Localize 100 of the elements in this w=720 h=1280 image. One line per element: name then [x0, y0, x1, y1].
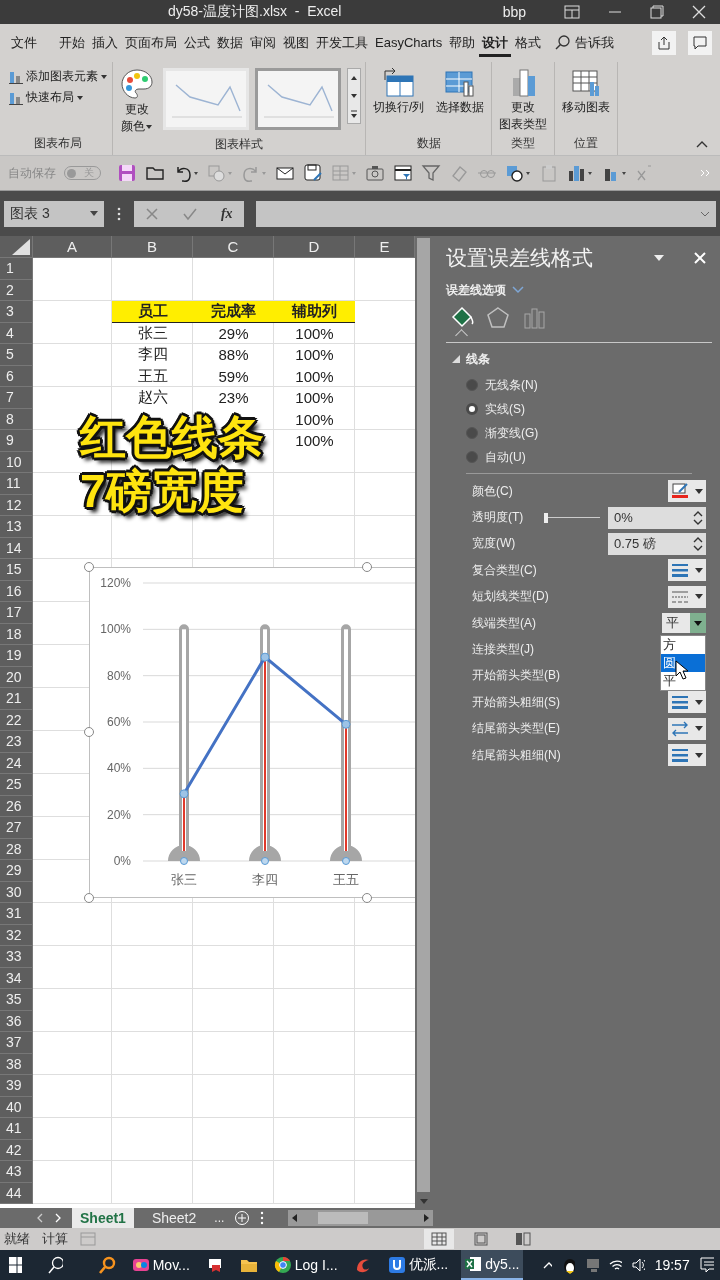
scrollbar-thumb[interactable]: [417, 238, 430, 1192]
ribbon-tab[interactable]: 视图: [280, 29, 312, 57]
row-number[interactable]: 18: [0, 623, 33, 645]
row-number[interactable]: 43: [0, 1161, 33, 1183]
spin-arrows-icon[interactable]: [693, 535, 703, 552]
ribbon-tab[interactable]: EasyCharts: [372, 31, 446, 55]
network-icon[interactable]: [584, 1257, 600, 1273]
ribbon-display-icon[interactable]: [564, 5, 580, 19]
notification-icon[interactable]: [699, 1257, 715, 1273]
row-number[interactable]: 8: [0, 408, 33, 430]
row-number[interactable]: 41: [0, 1118, 33, 1140]
row-number[interactable]: 28: [0, 838, 33, 860]
change-colors-button[interactable]: 更改 颜色: [117, 66, 157, 136]
row-number[interactable]: 10: [0, 451, 33, 473]
comment-button[interactable]: [688, 31, 712, 55]
save-as-icon[interactable]: [303, 163, 323, 183]
ribbon-tab[interactable]: 插入: [89, 29, 121, 57]
taskbar-app[interactable]: Mov...: [128, 1250, 193, 1280]
search-icon[interactable]: [48, 1256, 63, 1274]
resize-handle[interactable]: [362, 893, 372, 903]
row-number[interactable]: 9: [0, 430, 33, 452]
ribbon-tab[interactable]: 帮助: [446, 29, 479, 57]
arrow-size-button[interactable]: [668, 691, 706, 714]
dropdown-option[interactable]: 平: [661, 672, 705, 691]
row-number[interactable]: 37: [0, 1032, 33, 1054]
scroll-right-icon[interactable]: [423, 1214, 430, 1222]
row-number[interactable]: 5: [0, 344, 33, 366]
resize-handle[interactable]: [84, 893, 94, 903]
ribbon-menu-button[interactable]: 添加图表元素: [8, 68, 108, 85]
wifi-icon[interactable]: [609, 1258, 622, 1272]
row-number[interactable]: 6: [0, 365, 33, 387]
ribbon-tab[interactable]: 公式: [181, 29, 213, 57]
ribbon-button[interactable]: 移动图表: [559, 66, 614, 117]
radio-option[interactable]: 渐变线(G): [466, 421, 706, 445]
taskbar-app[interactable]: Log I...: [270, 1250, 341, 1280]
data-point[interactable]: [261, 857, 269, 865]
row-number[interactable]: 34: [0, 967, 33, 989]
row-number[interactable]: 40: [0, 1096, 33, 1118]
resize-handle[interactable]: [84, 727, 94, 737]
spin-field[interactable]: 0%: [608, 506, 706, 529]
more-options-icon[interactable]: [116, 205, 122, 222]
search-icon[interactable]: [555, 35, 572, 51]
ribbon-button[interactable]: 切换行/列: [370, 66, 428, 117]
select-all-icon[interactable]: [10, 239, 30, 255]
chart-area[interactable]: 0% 20% 40% 60% 80% 100% 120% 张三 李四 王五: [89, 567, 415, 898]
row-number[interactable]: 7: [0, 387, 33, 409]
ribbon-menu-button[interactable]: 快速布局: [8, 89, 108, 106]
radio-option[interactable]: 自动(U): [466, 445, 706, 469]
save-icon[interactable]: [117, 163, 137, 183]
arrow-size-button[interactable]: [668, 744, 706, 767]
column-letter[interactable]: E: [355, 236, 415, 258]
dropdown-option[interactable]: 方: [661, 636, 705, 655]
row-number[interactable]: 32: [0, 924, 33, 946]
tray-expand-icon[interactable]: [542, 1261, 553, 1269]
ribbon-tab[interactable]: 开始: [56, 29, 88, 57]
form-icon[interactable]: [393, 163, 413, 183]
row-number[interactable]: 16: [0, 580, 33, 602]
previous-sheet-icon[interactable]: [36, 1213, 44, 1223]
resize-handle[interactable]: [362, 562, 372, 572]
row-number[interactable]: 21: [0, 688, 33, 710]
options-dropdown[interactable]: 误差线选项: [446, 281, 506, 299]
row-number[interactable]: 20: [0, 666, 33, 688]
row-number[interactable]: 24: [0, 752, 33, 774]
row-number[interactable]: 33: [0, 946, 33, 968]
more-options-icon[interactable]: [260, 1211, 265, 1225]
spin-field[interactable]: 0.75 磅: [608, 532, 706, 555]
row-number[interactable]: 1: [0, 258, 33, 280]
row-number[interactable]: 31: [0, 903, 33, 925]
resize-handle[interactable]: [84, 562, 94, 572]
dropdown-field[interactable]: 平: [662, 613, 706, 634]
clock[interactable]: 19:57: [654, 1257, 690, 1273]
row-number[interactable]: 13: [0, 516, 33, 538]
row-number[interactable]: 4: [0, 322, 33, 344]
thermometer-tube[interactable]: [249, 624, 281, 861]
row-number[interactable]: 30: [0, 881, 33, 903]
radio-option[interactable]: 实线(S): [466, 397, 706, 421]
column-letter[interactable]: C: [193, 236, 274, 258]
add-sheet-icon[interactable]: [234, 1210, 251, 1226]
next-sheet-icon[interactable]: [54, 1213, 62, 1223]
more-sheets-button[interactable]: ...: [214, 1211, 225, 1225]
row-number[interactable]: 23: [0, 731, 33, 753]
insert-function-button[interactable]: fx: [220, 205, 233, 222]
row-number[interactable]: 29: [0, 860, 33, 882]
data-point[interactable]: [180, 857, 188, 865]
share-button[interactable]: [652, 31, 676, 55]
normal-view-button[interactable]: [424, 1229, 454, 1249]
taskbar-app[interactable]: dy5...: [461, 1250, 523, 1280]
dropdown-icon[interactable]: [654, 255, 664, 261]
thermometer-tube[interactable]: [168, 624, 200, 861]
expand-icon[interactable]: [700, 210, 710, 217]
ribbon-tab[interactable]: 文件: [8, 29, 40, 57]
bar-chart-icon[interactable]: [567, 163, 593, 183]
row-number[interactable]: 11: [0, 473, 33, 495]
ribbon-button[interactable]: 选择数据: [433, 66, 488, 117]
row-number[interactable]: 17: [0, 602, 33, 624]
camera-icon[interactable]: [365, 163, 385, 183]
column-letter[interactable]: B: [112, 236, 193, 258]
ribbon-tab[interactable]: 设计: [479, 29, 512, 57]
data-point[interactable]: [342, 857, 350, 865]
row-number[interactable]: 25: [0, 774, 33, 796]
